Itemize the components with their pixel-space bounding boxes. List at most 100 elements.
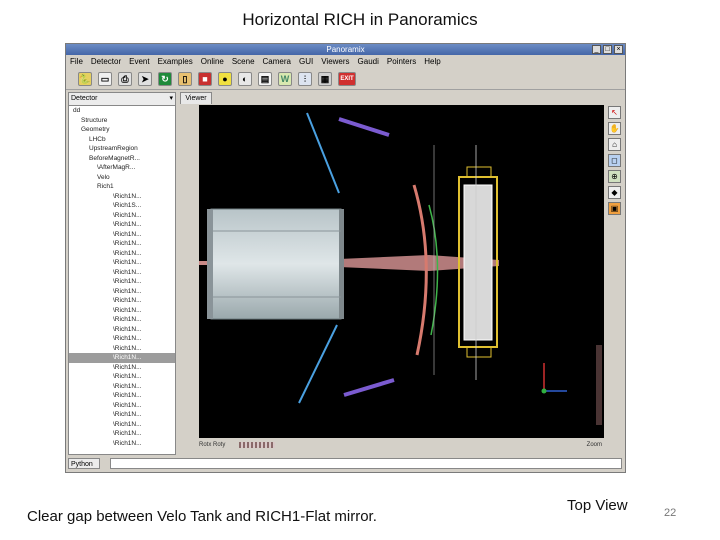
menu-camera[interactable]: Camera — [263, 56, 291, 67]
menu-help[interactable]: Help — [424, 56, 440, 67]
tree-item[interactable]: \Rich1N... — [69, 230, 175, 240]
w-icon[interactable]: W — [278, 72, 292, 86]
python-icon[interactable]: 🐍 — [78, 72, 92, 86]
3d-viewer[interactable] — [199, 105, 604, 438]
menu-gui[interactable]: GUI — [299, 56, 313, 67]
detector-render — [199, 112, 602, 425]
camera-icon[interactable]: ● — [218, 72, 232, 86]
tree-item[interactable]: \Rich1N... — [69, 382, 175, 392]
tree-item[interactable]: \Rich1N... — [69, 344, 175, 354]
tree-item[interactable]: \Rich1N... — [69, 258, 175, 268]
zoom-label: Zoom — [586, 442, 602, 448]
draw-style-icon[interactable]: ▣ — [608, 202, 621, 215]
tree-item[interactable]: \Rich1N... — [69, 372, 175, 382]
stop-icon[interactable]: ■ — [198, 72, 212, 86]
menu-online[interactable]: Online — [201, 56, 224, 67]
filter-icon[interactable]: ⫶ — [298, 72, 312, 86]
tree-item[interactable]: \Rich1N... — [69, 391, 175, 401]
hand-icon[interactable]: ✋ — [608, 122, 621, 135]
tree-item[interactable]: Velo — [69, 173, 175, 183]
tree-item[interactable]: \Rich1N... — [69, 287, 175, 297]
slide-caption: Clear gap between Velo Tank and RICH1-Fl… — [27, 508, 377, 525]
tree-item[interactable]: \Rich1N... — [69, 325, 175, 335]
velo-tank — [207, 208, 344, 320]
flat-mirror-bottom — [298, 324, 338, 404]
tree-item[interactable]: \Rich1N... — [69, 315, 175, 325]
detector-combo-value: Detector — [71, 95, 98, 102]
python-combo[interactable]: Python — [68, 458, 100, 469]
mirror-bottom — [343, 378, 395, 397]
viewer-tools: ↖ ✋ ⌂ ◻ ⊕ ◆ ▣ — [608, 106, 623, 215]
slide-title: Horizontal RICH in Panoramics — [242, 10, 478, 29]
tree-item[interactable]: \Rich1N... — [69, 420, 175, 430]
tree-item[interactable]: \Rich1N... — [69, 220, 175, 230]
tree-item[interactable]: \Rich1N... — [69, 410, 175, 420]
menu-pointers[interactable]: Pointers — [387, 56, 416, 67]
tree-item[interactable]: \AfterMagR... — [69, 163, 175, 173]
tree-item[interactable]: \Rich1N... — [69, 306, 175, 316]
axis-triad — [541, 363, 567, 394]
menu-detector[interactable]: Detector — [91, 56, 121, 67]
view-all-icon[interactable]: ◻ — [608, 154, 621, 167]
print-icon[interactable]: ⎙ — [118, 72, 132, 86]
tree-item[interactable]: \Rich1N... — [69, 334, 175, 344]
tree-item[interactable]: \Rich1N... — [69, 192, 175, 202]
python-input[interactable] — [110, 458, 622, 469]
window-titlebar: Panoramix _ □ × — [66, 44, 625, 55]
color-icon[interactable]: ◐ — [238, 72, 252, 86]
tree-item[interactable]: \Rich1N... — [69, 268, 175, 278]
view-label: Top View — [567, 497, 628, 514]
tree-item[interactable]: Geometry — [69, 125, 175, 135]
tree-item[interactable]: \Rich1N... — [69, 249, 175, 259]
projection-icon[interactable]: ◆ — [608, 186, 621, 199]
rotation-label: Rotx Roty — [199, 442, 226, 448]
chevron-down-icon: ▾ — [169, 95, 173, 102]
grid-icon[interactable]: ▦ — [318, 72, 332, 86]
tree-item[interactable]: BeforeMagnetR... — [69, 154, 175, 164]
python-label: Python — [71, 461, 93, 468]
menu-examples[interactable]: Examples — [158, 56, 193, 67]
maximize-button[interactable]: □ — [603, 45, 612, 54]
tree-item[interactable]: \Rich1N... — [69, 239, 175, 249]
menu-gaudi[interactable]: Gaudi — [358, 56, 379, 67]
menu-event[interactable]: Event — [129, 56, 149, 67]
folder-icon[interactable]: ▭ — [98, 72, 112, 86]
viewer-panel: Viewer ↖ ✋ ⌂ ◻ ⊕ ◆ ▣ Rotx Roty Zoom — [179, 92, 624, 455]
panoramix-window: Panoramix _ □ × File Detector Event Exam… — [65, 43, 626, 473]
seek-icon[interactable]: ⊕ — [608, 170, 621, 183]
menu-file[interactable]: File — [70, 56, 83, 67]
tab-viewer[interactable]: Viewer — [180, 92, 212, 104]
toolbar: 🐍 ▭ ⎙ ➤ ↻ ▯ ■ ● ◐ ▤ W ⫶ ▦ EXIT — [66, 69, 625, 90]
export-icon[interactable]: ➤ — [138, 72, 152, 86]
tree-item[interactable]: UpstreamRegion — [69, 144, 175, 154]
tree-item[interactable]: Rich1 — [69, 182, 175, 192]
tree-item[interactable]: \Rich1N... — [69, 439, 175, 449]
refresh-icon[interactable]: ↻ — [158, 72, 172, 86]
tree-item[interactable]: LHCb — [69, 135, 175, 145]
tree-item[interactable]: \Rich1N... — [69, 277, 175, 287]
tree-item[interactable]: \Rich1N... — [69, 296, 175, 306]
rotation-wheel[interactable] — [239, 442, 275, 448]
detector-combo[interactable]: Detector ▾ — [69, 93, 175, 106]
pick-arrow-icon[interactable]: ↖ — [608, 106, 621, 119]
tree-item[interactable]: \Rich1N... — [69, 363, 175, 373]
home-icon[interactable]: ⌂ — [608, 138, 621, 151]
tree-item[interactable]: \Rich1N... — [69, 353, 175, 363]
minimize-button[interactable]: _ — [592, 45, 601, 54]
dialog-icon[interactable]: ▤ — [258, 72, 272, 86]
tree-item[interactable]: \Rich1N... — [69, 401, 175, 411]
tree-item[interactable]: \Rich1N... — [69, 429, 175, 439]
tree-item[interactable]: dd — [69, 106, 175, 116]
window-title: Panoramix — [326, 45, 365, 54]
close-button[interactable]: × — [614, 45, 623, 54]
mirror-top — [338, 117, 390, 137]
tree-item[interactable]: \Rich1S... — [69, 201, 175, 211]
exit-icon[interactable]: EXIT — [338, 72, 356, 86]
tree-item[interactable]: Structure — [69, 116, 175, 126]
tree-item[interactable]: \Rich1N... — [69, 211, 175, 221]
menu-scene[interactable]: Scene — [232, 56, 255, 67]
next-event-icon[interactable]: ▯ — [178, 72, 192, 86]
menu-viewers[interactable]: Viewers — [321, 56, 349, 67]
viewer-bottom-bar: Rotx Roty Zoom — [199, 440, 604, 450]
page-number: 22 — [664, 507, 677, 519]
